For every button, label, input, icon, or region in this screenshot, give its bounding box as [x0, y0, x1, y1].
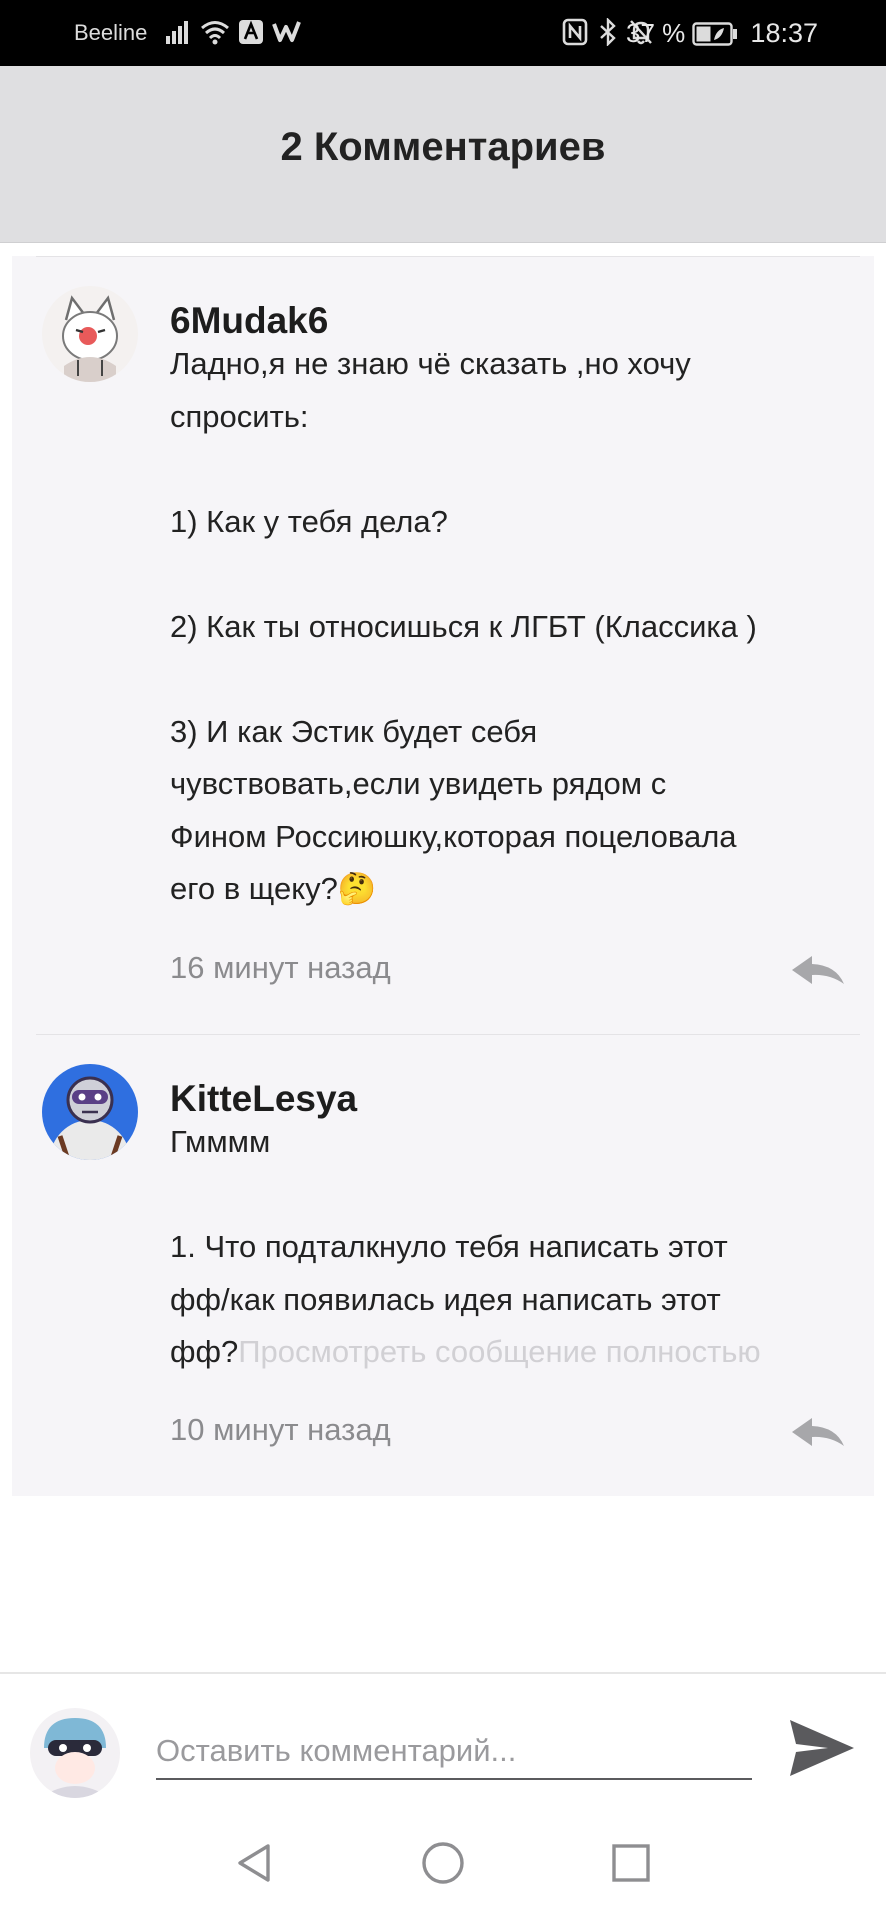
bluetooth-icon — [600, 18, 616, 46]
app-w-icon — [272, 21, 301, 42]
comment-username[interactable]: KitteLesya — [170, 1078, 357, 1120]
status-bar: Beeline 37 % 18:37 — [0, 0, 886, 66]
comment-item: KitteLesya Гмммм 1. Что подталкнуло тебя… — [12, 1034, 874, 1496]
comment-input[interactable] — [156, 1724, 752, 1780]
comment-composer — [0, 1672, 886, 1804]
battery-percent: 37 % — [626, 18, 686, 48]
comment-timestamp: 10 минут назад — [170, 1412, 391, 1447]
page-title: 2 Комментариев — [280, 125, 606, 169]
comments-screen: Beeline 37 % 18:37 2 Комментариев 6Mudak… — [0, 0, 886, 1920]
comment-username[interactable]: 6Mudak6 — [170, 300, 328, 342]
battery-icon — [692, 22, 737, 46]
reply-icon[interactable] — [790, 952, 846, 988]
recents-icon[interactable] — [608, 1840, 654, 1886]
comment-text: Гмммм 1. Что подталкнуло тебя написать э… — [170, 1116, 870, 1379]
comments-header: 2 Комментариев — [0, 66, 886, 243]
wifi-icon — [201, 21, 229, 45]
status-left-icons — [164, 18, 302, 46]
signal-icon — [166, 21, 188, 44]
status-time: 18:37 — [750, 18, 818, 48]
cat-avatar-icon — [42, 286, 138, 382]
app-a-icon — [239, 20, 263, 44]
comment-text: Ладно,я не знаю чё сказать ,но хочу спро… — [170, 346, 757, 906]
my-avatar[interactable] — [30, 1708, 120, 1798]
comment-timestamp: 16 минут назад — [170, 950, 391, 985]
carrier-name: Beeline — [74, 20, 148, 45]
home-icon[interactable] — [420, 1840, 466, 1886]
send-button[interactable] — [786, 1712, 858, 1784]
comment-item: 6Mudak6 Ладно,я не знаю чё сказать ,но х… — [12, 256, 874, 1034]
send-icon — [790, 1720, 854, 1776]
back-icon[interactable] — [232, 1840, 278, 1886]
avatar[interactable] — [42, 1064, 138, 1160]
robot-avatar-icon — [42, 1064, 138, 1160]
system-nav-bar — [0, 1802, 886, 1920]
comment-list[interactable]: 6Mudak6 Ладно,я не знаю чё сказать ,но х… — [12, 256, 874, 1496]
nfc-icon — [562, 18, 588, 46]
reply-icon[interactable] — [790, 1414, 846, 1450]
comment-body: Гмммм 1. Что подталкнуло тебя написать э… — [170, 1124, 728, 1369]
user-avatar-icon — [30, 1708, 120, 1798]
avatar[interactable] — [42, 286, 138, 382]
view-full-message-link[interactable]: Просмотреть сообщение полностью — [238, 1334, 760, 1369]
